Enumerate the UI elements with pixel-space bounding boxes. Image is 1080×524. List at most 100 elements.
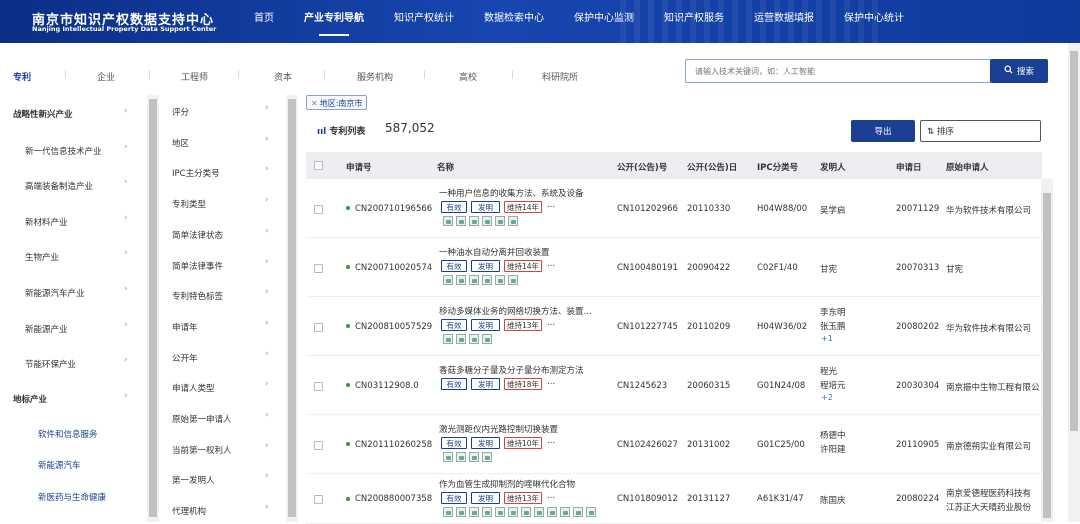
- filter-item[interactable]: 第一发明人: [172, 474, 215, 486]
- nav-item-5[interactable]: 知识产权服务: [664, 0, 724, 43]
- table-row[interactable]: CN200710196566 一种用户信息的收集方法、系统及设备 有效 发明 维持14年…: [306, 179, 1042, 238]
- inventor-name[interactable]: 许阳建: [820, 443, 846, 455]
- nav-item-4[interactable]: 保护中心监测: [574, 0, 634, 43]
- industry-menu-scrollbar[interactable]: [147, 95, 159, 522]
- more-tags[interactable]: ...: [547, 491, 555, 501]
- filter-item[interactable]: IPC主分类号: [172, 167, 220, 179]
- applicant-name[interactable]: 江苏正大天晴药业股份: [946, 501, 1042, 513]
- industry-item[interactable]: 新医药与生命健康: [38, 491, 106, 503]
- more-inventors[interactable]: +1: [821, 334, 833, 343]
- category-tab-3[interactable]: 资本: [274, 70, 292, 83]
- application-number[interactable]: CN200710196566: [346, 204, 433, 214]
- row-checkbox[interactable]: [314, 381, 323, 391]
- inventor-name[interactable]: 杨德中: [820, 429, 846, 441]
- inventor-name[interactable]: 吴学启: [820, 204, 846, 216]
- application-number[interactable]: CN201110260258: [346, 440, 433, 450]
- export-button[interactable]: 导出: [851, 120, 915, 142]
- filter-item[interactable]: 地区: [172, 137, 189, 149]
- scrollbar-thumb[interactable]: [1070, 51, 1078, 431]
- filter-item[interactable]: 当前第一权利人: [172, 444, 232, 456]
- applicant-name[interactable]: 南京爱德程医药科技有: [946, 487, 1042, 499]
- scrollbar-thumb[interactable]: [288, 99, 296, 517]
- inventor-name[interactable]: 程光: [820, 365, 837, 377]
- category-tab-4[interactable]: 服务机构: [357, 70, 393, 83]
- patent-title[interactable]: 一种油水自动分离并回收装置: [439, 246, 550, 258]
- filter-item[interactable]: 申请人类型: [172, 382, 215, 394]
- filter-item[interactable]: 简单法律状态: [172, 229, 223, 241]
- filter-item[interactable]: 公开年: [172, 352, 198, 364]
- inventor-name[interactable]: 甘宪: [820, 263, 837, 275]
- category-tab-2[interactable]: 工程师: [181, 70, 208, 83]
- select-all-checkbox[interactable]: [314, 161, 323, 170]
- table-row[interactable]: CN200710020574 一种油水自动分离并回收装置 有效 发明 维持14年... C…: [306, 238, 1042, 297]
- filter-item[interactable]: 申请年: [172, 321, 198, 333]
- nav-item-0[interactable]: 首页: [254, 0, 274, 43]
- row-checkbox[interactable]: [314, 263, 323, 273]
- more-tags[interactable]: ...: [547, 200, 555, 210]
- active-filter-tag[interactable]: ✕ 地区:南京市: [306, 95, 368, 110]
- filter-item[interactable]: 原始第一申请人: [172, 413, 232, 425]
- more-tags[interactable]: ...: [547, 436, 555, 446]
- more-tags[interactable]: ...: [547, 318, 555, 328]
- applicant-name[interactable]: 甘宪: [946, 263, 1042, 275]
- industry-item[interactable]: 软件和信息服务: [38, 428, 98, 440]
- more-tags[interactable]: ...: [547, 377, 555, 387]
- industry-item[interactable]: 新能源产业: [25, 323, 68, 335]
- nav-item-6[interactable]: 运营数据填报: [754, 0, 814, 43]
- industry-group-title[interactable]: 地标产业: [13, 393, 47, 405]
- inventor-name[interactable]: 陈国庆: [820, 494, 846, 506]
- table-scrollbar[interactable]: [1041, 179, 1053, 522]
- patent-title[interactable]: 作为血管生成抑制剂的喹啉代化合物: [439, 478, 575, 490]
- industry-item[interactable]: 新一代信息技术产业: [25, 145, 102, 157]
- applicant-name[interactable]: 南京振中生物工程有限公: [946, 381, 1042, 393]
- sort-button[interactable]: ⇅ 排序: [920, 120, 1041, 142]
- inventor-name[interactable]: 李东明: [820, 306, 846, 318]
- industry-item[interactable]: 高端装备制造产业: [25, 180, 93, 192]
- industry-item[interactable]: 新材料产业: [25, 216, 68, 228]
- category-tab-5[interactable]: 高校: [459, 70, 477, 83]
- application-number[interactable]: CN200810057529: [346, 322, 433, 332]
- industry-item[interactable]: 新能源汽车产业: [25, 287, 85, 299]
- nav-item-2[interactable]: 知识产权统计: [394, 0, 454, 43]
- row-checkbox[interactable]: [314, 204, 323, 214]
- patent-title[interactable]: 移动多媒体业务的网络切换方法、装置...: [439, 305, 592, 317]
- scrollbar-thumb[interactable]: [1043, 193, 1051, 518]
- filter-item[interactable]: 代理机构: [172, 505, 206, 517]
- industry-item[interactable]: 生物产业: [25, 251, 59, 263]
- filter-item[interactable]: 专利类型: [172, 198, 206, 210]
- application-number[interactable]: CN200710020574: [346, 263, 433, 273]
- inventor-name[interactable]: 程培元: [820, 379, 846, 391]
- category-tab-6[interactable]: 科研院所: [542, 70, 578, 83]
- filter-item[interactable]: 简单法律事件: [172, 260, 223, 272]
- patent-title[interactable]: 香菇多糖分子量及分子量分布测定方法: [439, 364, 584, 376]
- application-number[interactable]: CN200880007358: [346, 494, 433, 504]
- application-number[interactable]: CN03112908.0: [346, 381, 433, 391]
- applicant-name[interactable]: 南京德朔实业有限公司: [946, 440, 1042, 452]
- filter-item[interactable]: 评分: [172, 106, 189, 118]
- close-icon[interactable]: ✕: [311, 99, 318, 108]
- industry-item[interactable]: 节能环保产业: [25, 358, 76, 370]
- row-checkbox[interactable]: [314, 495, 323, 504]
- nav-item-1[interactable]: 产业专利导航: [304, 0, 364, 43]
- inventor-name[interactable]: 张玉鹏: [820, 320, 846, 332]
- row-checkbox[interactable]: [314, 440, 323, 450]
- table-row[interactable]: CN03112908.0 香菇多糖分子量及分子量分布测定方法 有效 发明 维持18年..…: [306, 356, 1042, 415]
- table-row[interactable]: CN200810057529 移动多媒体业务的网络切换方法、装置... 有效 发明 维持…: [306, 297, 1042, 356]
- patent-title[interactable]: 一种用户信息的收集方法、系统及设备: [439, 187, 584, 199]
- search-input[interactable]: [685, 59, 991, 83]
- more-inventors[interactable]: +2: [821, 393, 833, 402]
- nav-item-3[interactable]: 数据检索中心: [484, 0, 544, 43]
- filter-menu-scrollbar[interactable]: [286, 95, 298, 522]
- page-scrollbar[interactable]: [1068, 43, 1080, 522]
- industry-item[interactable]: 新能源汽车: [38, 459, 81, 471]
- table-row[interactable]: CN200880007358 作为血管生成抑制剂的喹啉代化合物 有效 发明 维持13年.…: [306, 474, 1042, 524]
- search-button[interactable]: 搜索: [990, 59, 1048, 83]
- applicant-name[interactable]: 华为软件技术有限公司: [946, 204, 1042, 216]
- applicant-name[interactable]: 华为软件技术有限公司: [946, 322, 1042, 334]
- nav-item-7[interactable]: 保护中心统计: [844, 0, 904, 43]
- row-checkbox[interactable]: [314, 322, 323, 332]
- category-tab-0[interactable]: 专利: [13, 70, 31, 83]
- filter-item[interactable]: 专利特色标签: [172, 290, 223, 302]
- table-row[interactable]: CN201110260258 激光测距仪内光路控制切换装置 有效 发明 维持10年...…: [306, 415, 1042, 474]
- industry-group-title[interactable]: 战略性新兴产业: [13, 108, 73, 120]
